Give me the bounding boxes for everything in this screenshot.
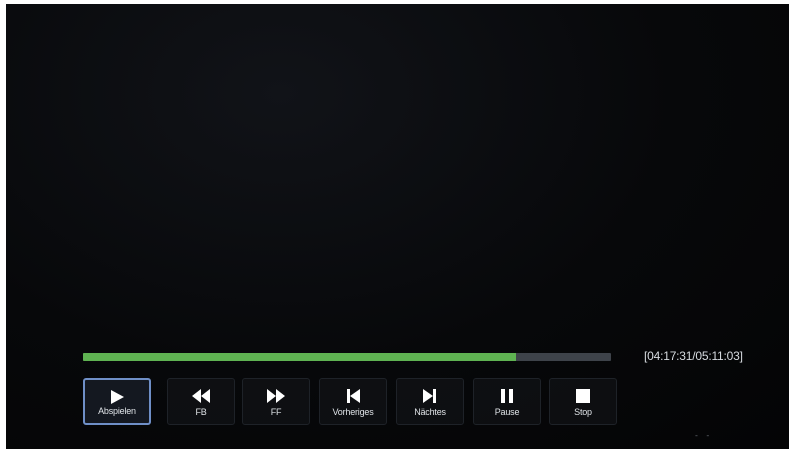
pause-icon — [501, 389, 513, 403]
next-button[interactable]: Nächtes — [396, 378, 464, 425]
next-button-label: Nächtes — [414, 407, 446, 417]
rewind-button[interactable]: FB — [167, 378, 235, 425]
rewind-icon — [192, 389, 210, 403]
skip-next-icon — [423, 389, 436, 403]
fast-forward-icon — [267, 389, 285, 403]
rewind-button-label: FB — [195, 407, 207, 417]
play-button-label: Abspielen — [98, 406, 136, 416]
playback-controls: Abspielen FB FF Vorheriges Nächtes Pause… — [83, 378, 623, 428]
time-readout: [04:17:31/05:11:03] — [644, 349, 743, 363]
fast-forward-button[interactable]: FF — [242, 378, 310, 425]
previous-button[interactable]: Vorheriges — [319, 378, 387, 425]
stop-button-label: Stop — [574, 407, 592, 417]
progress-bar[interactable] — [83, 353, 611, 361]
status-indicator: - - — [695, 431, 713, 440]
play-button[interactable]: Abspielen — [83, 378, 151, 425]
stop-icon — [576, 389, 590, 403]
previous-button-label: Vorheriges — [332, 407, 374, 417]
progress-fill — [83, 353, 516, 361]
skip-previous-icon — [347, 389, 360, 403]
play-icon — [111, 390, 124, 404]
pause-button[interactable]: Pause — [473, 378, 541, 425]
fast-forward-button-label: FF — [270, 407, 282, 417]
pause-button-label: Pause — [494, 407, 520, 417]
video-screen: [04:17:31/05:11:03] Abspielen FB FF Vorh… — [6, 4, 789, 449]
stop-button[interactable]: Stop — [549, 378, 617, 425]
